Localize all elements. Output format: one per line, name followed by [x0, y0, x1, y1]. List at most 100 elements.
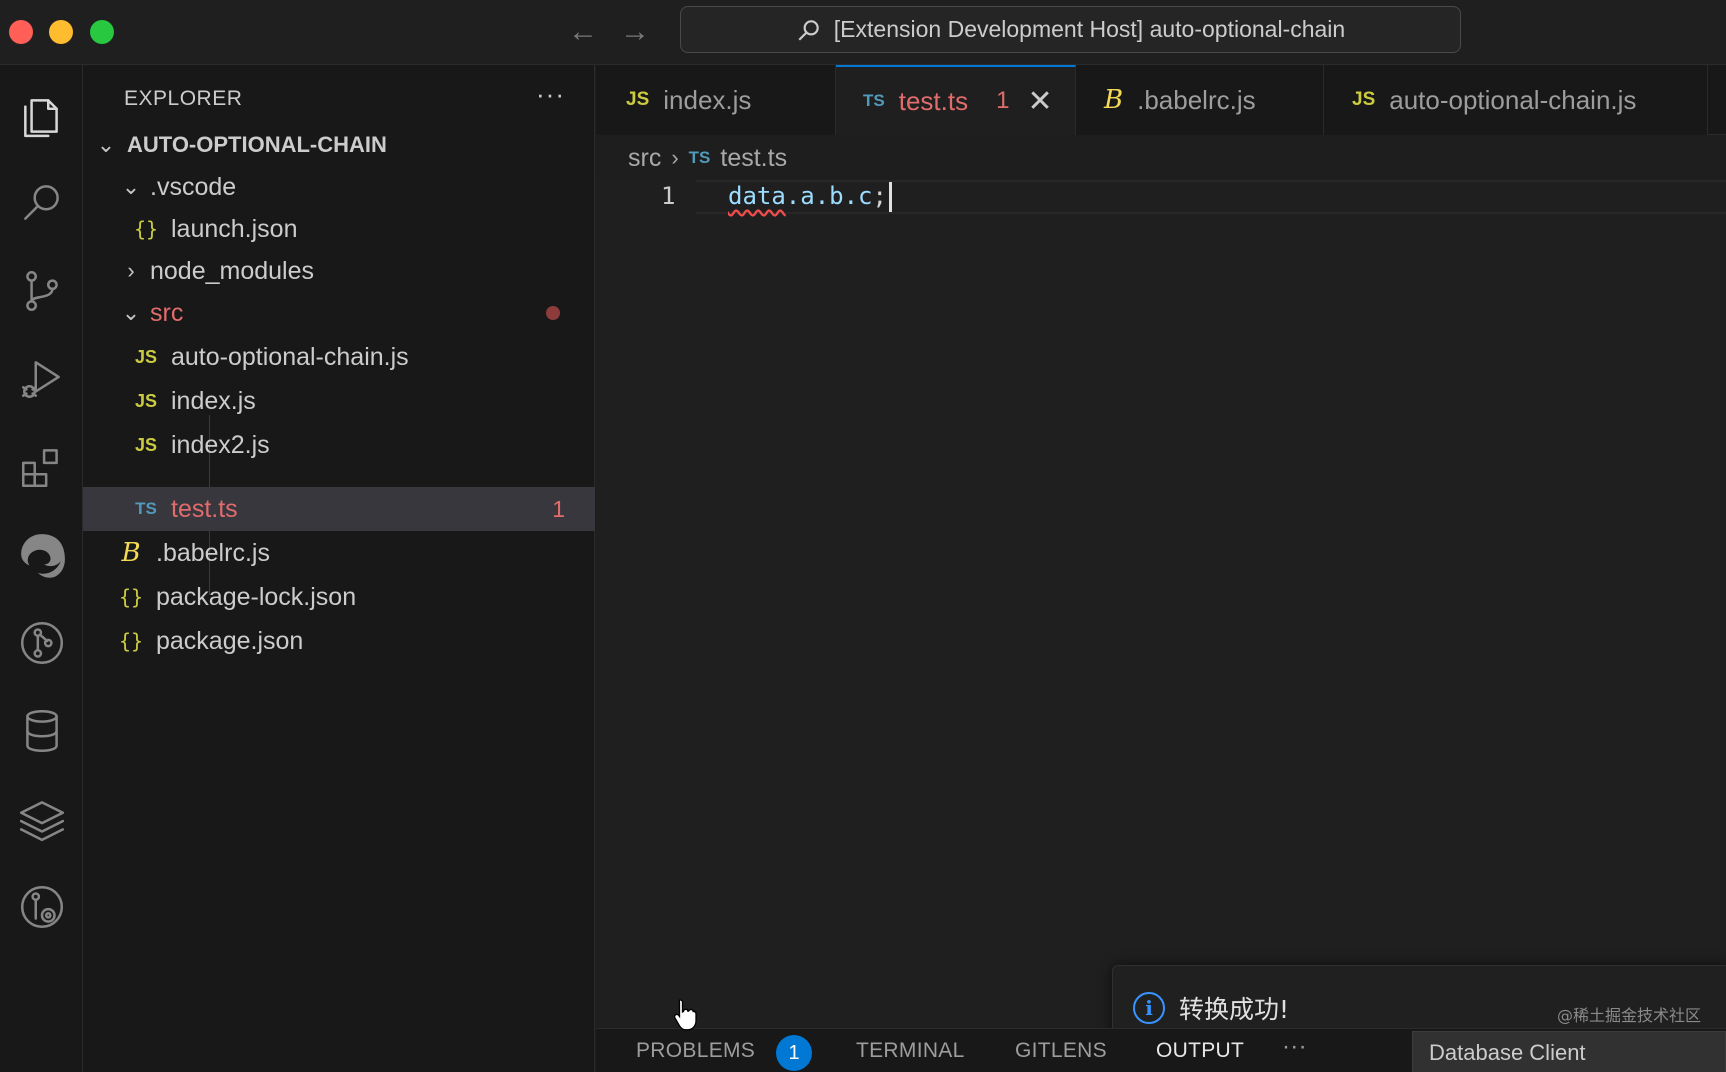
- json-file-icon: {}: [118, 585, 144, 609]
- tree-item-babelrc-js[interactable]: B .babelrc.js: [83, 531, 595, 575]
- tree-item-label: .vscode: [150, 172, 237, 201]
- breadcrumb: src › TS test.ts: [628, 140, 787, 176]
- tab-output[interactable]: OUTPUT: [1156, 1039, 1244, 1063]
- tree-item-label: auto-optional-chain.js: [171, 342, 409, 371]
- tree-item-src[interactable]: ⌄ src: [83, 291, 595, 335]
- output-channel-value: Database Client: [1429, 1040, 1586, 1065]
- explorer-header: EXPLORER ···: [83, 79, 595, 119]
- json-file-icon: {}: [118, 629, 144, 653]
- extensions-activity[interactable]: [0, 427, 83, 507]
- tree-item-vscode[interactable]: ⌄ .vscode: [83, 165, 595, 209]
- tree-item-index2-js[interactable]: JS index2.js: [83, 423, 595, 467]
- tree-item-label: node_modules: [150, 256, 315, 285]
- tab-auto-optional-chain-js[interactable]: JS auto-optional-chain.js: [1324, 65, 1708, 135]
- activity-bar: [0, 65, 83, 1072]
- files-icon: [23, 99, 58, 138]
- run-debug-activity[interactable]: [0, 339, 83, 419]
- code-editor[interactable]: 1 data.a.b.c;: [596, 180, 1726, 1030]
- minimize-window-button[interactable]: [49, 20, 73, 44]
- js-file-icon: JS: [134, 434, 158, 455]
- tab-label: index.js: [663, 84, 752, 115]
- maximize-window-button[interactable]: [90, 20, 114, 44]
- source-control-activity[interactable]: [0, 251, 83, 331]
- search-icon: [798, 19, 819, 41]
- tree-item-index-js[interactable]: JS index.js: [83, 379, 595, 423]
- tree-item-node-modules[interactable]: › node_modules: [83, 249, 595, 293]
- breadcrumb-file[interactable]: test.ts: [720, 144, 787, 173]
- tree-item-package-lock-json[interactable]: {} package-lock.json: [83, 575, 595, 619]
- tree-item-test-ts[interactable]: TS test.ts 1: [83, 487, 595, 531]
- editor-tabs: JS index.js TS test.ts 1 ✕ B .babelrc.js…: [596, 65, 1726, 135]
- search-icon: [23, 185, 59, 220]
- more-actions-icon[interactable]: ···: [536, 79, 565, 110]
- hand-cursor-icon: [673, 999, 697, 1031]
- tree-item-label: package.json: [156, 626, 304, 655]
- run-debug-icon: [21, 361, 60, 398]
- chevron-right-icon: ›: [127, 258, 135, 283]
- more-panels-icon[interactable]: ···: [1282, 1033, 1307, 1061]
- watermark: @稀土掘金技术社区: [1556, 1006, 1701, 1025]
- info-icon: i: [1133, 992, 1165, 1024]
- gitlens-icon: [20, 885, 63, 929]
- babel-file-icon: B: [121, 538, 141, 568]
- output-channel-select[interactable]: Database Client: [1412, 1031, 1726, 1072]
- git-graph-icon: [20, 621, 63, 665]
- tab-problems[interactable]: PROBLEMS: [636, 1039, 755, 1063]
- tree-item-label: package-lock.json: [156, 582, 357, 611]
- tab-index-js[interactable]: JS index.js: [596, 65, 836, 135]
- code-line[interactable]: data.a.b.c;: [728, 182, 892, 212]
- babel-file-icon: B: [1104, 85, 1124, 115]
- close-window-button[interactable]: [9, 20, 33, 44]
- tree-item-launch-json[interactable]: {} launch.json: [83, 207, 595, 251]
- search-activity[interactable]: [0, 163, 83, 243]
- title-bar: ← → [Extension Development Host] auto-op…: [0, 0, 1726, 65]
- forward-arrow-icon[interactable]: →: [620, 14, 650, 50]
- json-file-icon: {}: [133, 217, 159, 241]
- layers-icon: [19, 801, 64, 842]
- command-center[interactable]: [Extension Development Host] auto-option…: [680, 6, 1461, 53]
- tab-label: .babelrc.js: [1137, 84, 1256, 115]
- command-center-label: [Extension Development Host] auto-option…: [833, 16, 1346, 42]
- git-graph-activity[interactable]: [0, 603, 83, 683]
- ts-file-icon: TS: [863, 91, 885, 110]
- line-number: 1: [661, 182, 676, 210]
- ts-file-icon: TS: [135, 499, 157, 518]
- problems-count-badge: 1: [776, 1035, 812, 1071]
- workspace-root[interactable]: ⌄ AUTO-OPTIONAL-CHAIN: [83, 123, 595, 167]
- code-member-access: .a.b.c: [785, 182, 873, 210]
- tab-gitlens[interactable]: GITLENS: [1015, 1039, 1107, 1063]
- tab-label: auto-optional-chain.js: [1389, 84, 1637, 115]
- chevron-down-icon: ⌄: [96, 132, 116, 157]
- tab-babelrc-js[interactable]: B .babelrc.js: [1076, 65, 1324, 135]
- tree-item-label: test.ts: [171, 494, 238, 523]
- js-file-icon: JS: [134, 390, 158, 411]
- tab-test-ts[interactable]: TS test.ts 1 ✕: [836, 65, 1076, 135]
- explorer-activity[interactable]: [0, 75, 83, 155]
- chevron-right-icon: ›: [671, 145, 679, 170]
- gitlens-activity[interactable]: [0, 867, 83, 947]
- js-file-icon: JS: [1352, 89, 1376, 110]
- text-cursor: [888, 182, 892, 212]
- database-icon: [25, 709, 58, 753]
- problem-count-badge: 1: [552, 495, 565, 522]
- explorer-title: EXPLORER: [124, 87, 243, 110]
- tree-item-auto-optional-chain-js[interactable]: JS auto-optional-chain.js: [83, 335, 595, 379]
- chevron-down-icon: ⌄: [121, 174, 141, 199]
- ts-file-icon: TS: [688, 148, 711, 167]
- tree-item-label: src: [150, 298, 184, 327]
- tab-terminal[interactable]: TERMINAL: [856, 1039, 965, 1063]
- layers-activity[interactable]: [0, 779, 83, 859]
- edge-devtools-activity[interactable]: [0, 515, 83, 595]
- tree-item-package-json[interactable]: {} package.json: [83, 619, 595, 663]
- close-icon[interactable]: ✕: [1027, 84, 1052, 119]
- code-identifier-error: data: [728, 182, 786, 210]
- back-arrow-icon[interactable]: ←: [568, 14, 598, 50]
- source-control-icon: [25, 271, 58, 311]
- extensions-icon: [21, 449, 58, 487]
- database-activity[interactable]: [0, 691, 83, 771]
- tree-item-label: index.js: [171, 386, 256, 415]
- tab-problem-badge: 1: [996, 87, 1010, 114]
- tab-label: test.ts: [898, 85, 969, 116]
- breadcrumb-folder[interactable]: src: [628, 144, 661, 173]
- js-file-icon: JS: [626, 89, 650, 110]
